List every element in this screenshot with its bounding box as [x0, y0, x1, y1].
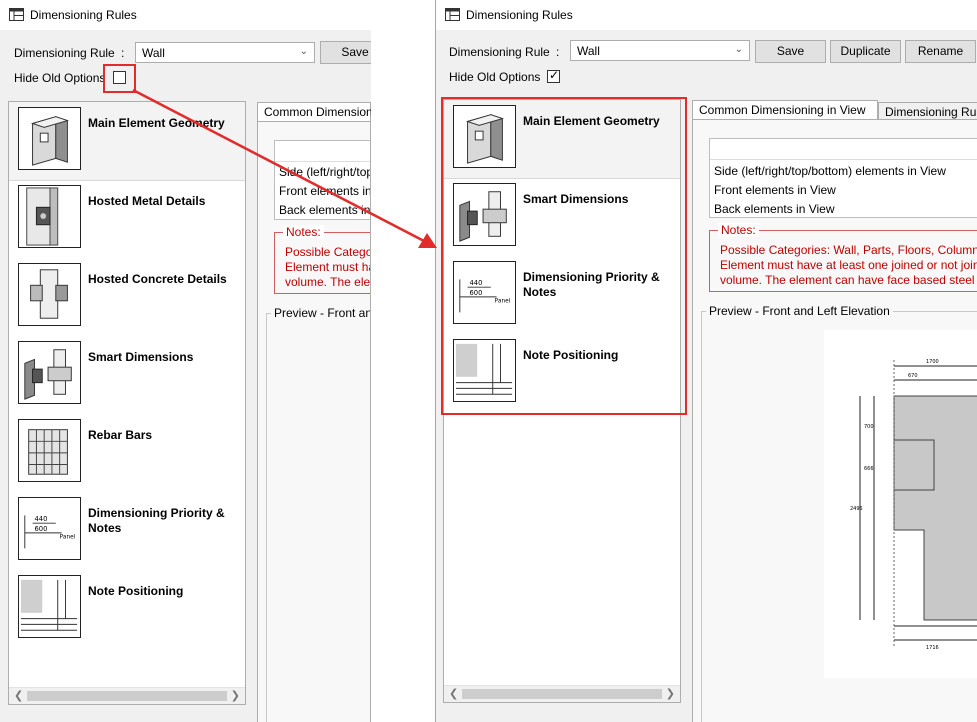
annotation-arrow — [132, 88, 437, 248]
